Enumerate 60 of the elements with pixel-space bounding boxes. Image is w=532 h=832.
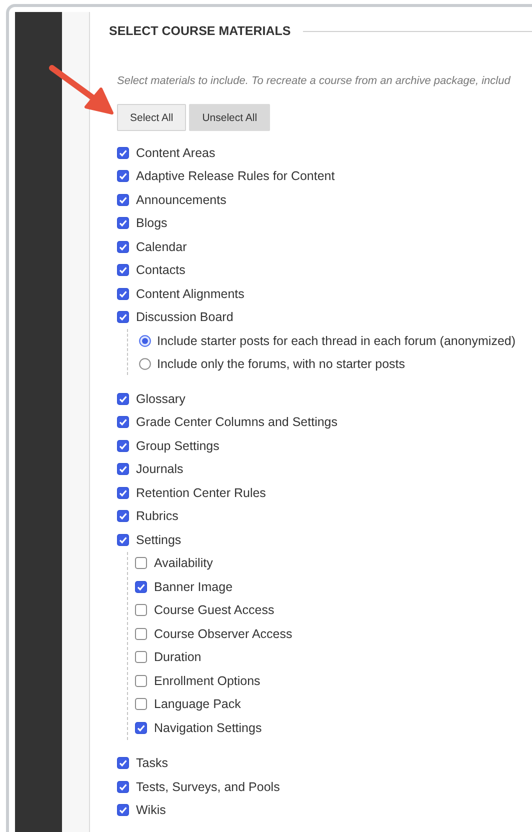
checkbox-label: Contacts (136, 263, 186, 278)
checkbox-label: Calendar (136, 240, 187, 254)
checkbox[interactable] (117, 486, 129, 499)
checkbox-label: Retention Center Rules (136, 486, 266, 500)
checkbox[interactable] (117, 780, 129, 793)
checkbox[interactable] (117, 416, 129, 428)
checkbox-label: Language Pack (154, 697, 241, 712)
checkbox[interactable] (135, 628, 147, 640)
checkbox[interactable] (117, 392, 129, 405)
checkbox[interactable] (117, 463, 129, 476)
section-title: SELECT COURSE MATERIALS (109, 24, 291, 38)
checkbox[interactable] (135, 674, 147, 687)
checkbox[interactable] (117, 510, 129, 522)
checkbox[interactable] (135, 580, 147, 593)
checkbox-label: Announcements (136, 192, 226, 207)
checkbox-label: Availability (154, 556, 213, 570)
checkbox-label: Course Guest Access (154, 603, 274, 618)
checkbox-label: Tasks (136, 756, 168, 770)
checkbox[interactable] (117, 194, 129, 206)
checkbox-label: Journals (136, 462, 184, 476)
checkbox-label: Duration (154, 650, 202, 664)
checkbox[interactable] (135, 604, 147, 616)
radio-button[interactable] (139, 334, 151, 346)
checkbox-label: Group Settings (136, 438, 220, 453)
checkbox-label: Navigation Settings (154, 720, 262, 735)
checkbox[interactable] (117, 757, 129, 770)
checkbox-label: Content Alignments (136, 286, 244, 301)
checkbox-label: Rubrics (136, 509, 178, 524)
checkbox[interactable] (135, 698, 147, 710)
checkbox[interactable] (135, 722, 147, 734)
instructions-text: Select materials to include. To recreate a course from an archive package, includ (117, 75, 512, 87)
checkbox-label: Banner Image (154, 580, 233, 594)
checkbox-label: Glossary (136, 392, 186, 406)
checkbox-label: Grade Center Columns and Settings (136, 415, 338, 430)
checkbox[interactable] (117, 146, 129, 159)
checkbox-label: Content Areas (136, 146, 216, 160)
checkbox[interactable] (135, 651, 147, 664)
checkbox[interactable] (117, 170, 129, 182)
checkbox-label: Wikis (136, 803, 166, 818)
checkbox[interactable] (135, 557, 147, 570)
checkbox[interactable] (117, 240, 129, 253)
unselect-button[interactable]: Unselect All (189, 104, 270, 131)
checkbox-label: Tests, Surveys, and Pools (136, 780, 280, 794)
checkbox-label: Discussion Board (136, 310, 234, 324)
checkbox-label: Enrollment Options (154, 674, 260, 688)
checkbox[interactable] (117, 804, 129, 816)
checkbox[interactable] (117, 217, 129, 230)
checkbox[interactable] (117, 288, 129, 300)
checkbox[interactable] (117, 440, 129, 452)
select-button[interactable]: Select All (117, 104, 186, 131)
checkbox[interactable] (117, 311, 129, 324)
checkbox-label: Course Observer Access (154, 626, 292, 641)
checkbox-label: Blogs (136, 216, 168, 230)
radio-label: Include starter posts for each thread in each forum (anonymized) (157, 334, 516, 348)
checkbox[interactable] (117, 264, 129, 276)
checkbox[interactable] (117, 534, 129, 546)
radio-button[interactable] (139, 358, 151, 370)
checkbox-label: Adaptive Release Rules for Content (136, 169, 335, 184)
checkbox-label: Settings (136, 532, 182, 547)
radio-label: Include only the forums, with no starter posts (157, 356, 406, 370)
